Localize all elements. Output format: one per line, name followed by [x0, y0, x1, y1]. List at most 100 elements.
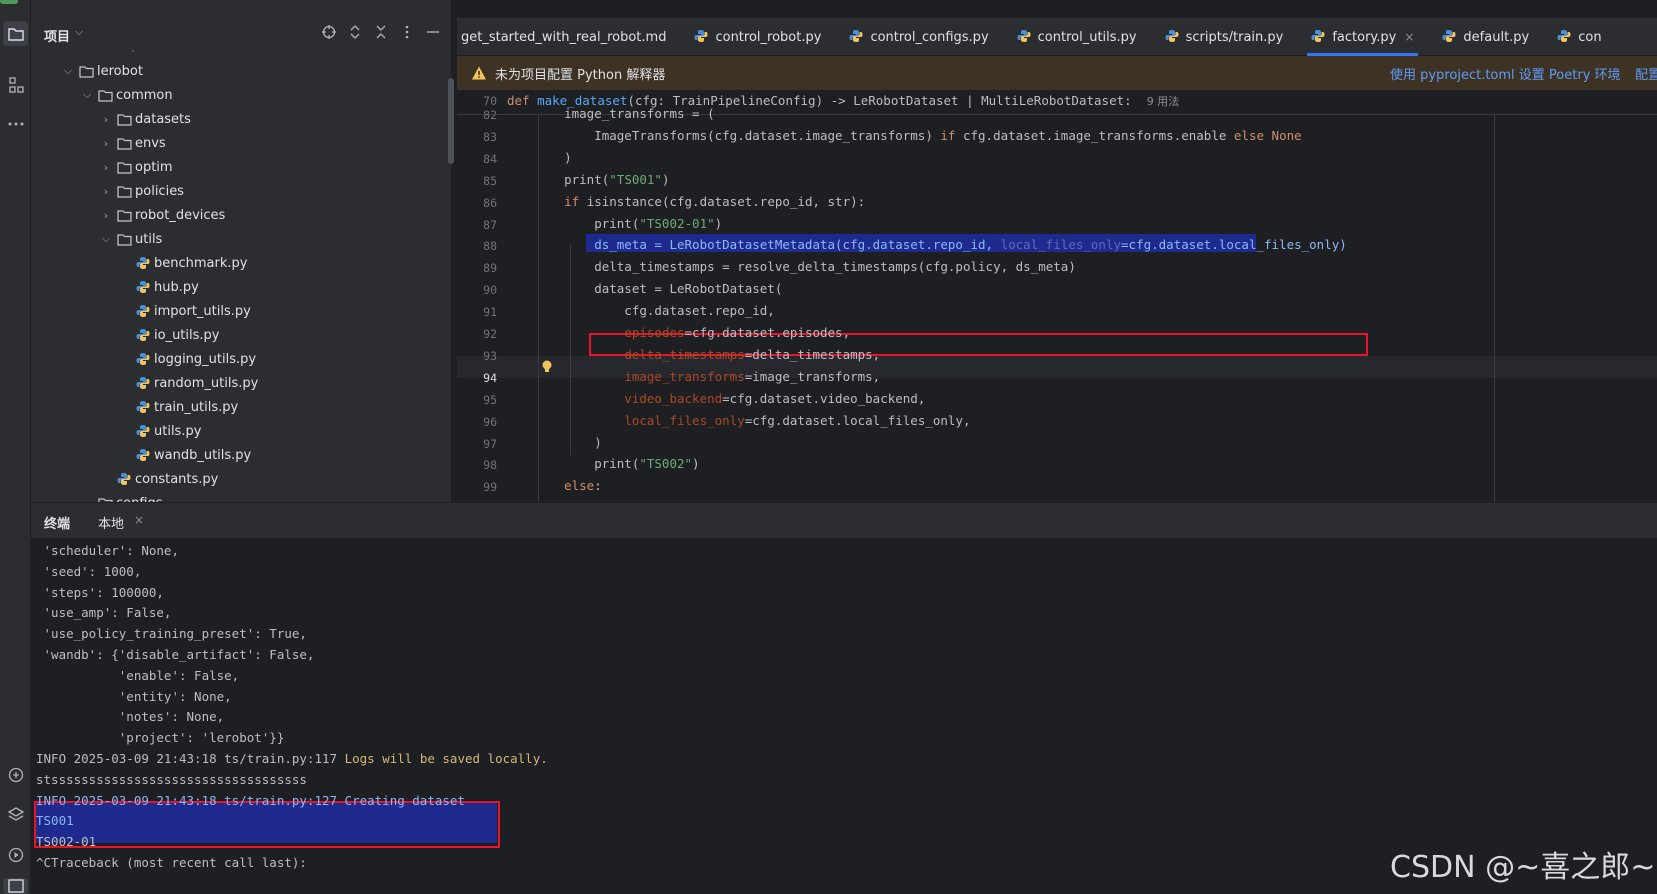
line-number[interactable]: 90 — [457, 283, 497, 297]
line-number[interactable]: 98 — [457, 458, 497, 472]
line-number[interactable]: 85 — [457, 174, 497, 188]
editor-tab[interactable]: con — [1543, 18, 1615, 56]
code-line[interactable]: image_transforms=image_transforms, — [534, 369, 880, 384]
more-tools-button[interactable] — [3, 111, 28, 136]
minimize-icon[interactable] — [425, 24, 441, 40]
line-number[interactable]: 99 — [457, 480, 497, 494]
line-number[interactable]: 97 — [457, 437, 497, 451]
editor-tab[interactable]: control_robot.py — [680, 18, 835, 56]
chevron-down-icon[interactable]: ⌵ — [81, 88, 93, 102]
editor-tab[interactable]: scripts/train.py — [1151, 18, 1298, 56]
editor-tab[interactable]: control_utils.py — [1003, 18, 1151, 56]
editor-tab[interactable]: get_started_with_real_robot.md — [457, 18, 680, 56]
code-line[interactable]: ) — [534, 435, 602, 450]
project-scrollbar[interactable] — [448, 78, 454, 164]
project-panel-title[interactable]: 项目 — [44, 26, 70, 45]
close-tree-icon[interactable] — [373, 24, 389, 40]
run-tool-button[interactable] — [3, 842, 28, 867]
code-line[interactable]: ) — [534, 150, 572, 165]
code-line[interactable]: image_transforms = ( — [534, 106, 715, 121]
tree-item[interactable]: train_utils.py — [135, 395, 238, 419]
line-number[interactable]: 94 — [457, 371, 497, 385]
line-number[interactable]: 95 — [457, 393, 497, 407]
terminal-tool-button[interactable] — [3, 878, 28, 894]
usages-count[interactable]: 9 用法 — [1147, 95, 1180, 108]
close-icon[interactable]: × — [134, 513, 144, 527]
chevron-right-icon[interactable]: › — [100, 137, 112, 150]
code-line[interactable]: else: — [534, 478, 602, 493]
python-file-icon — [135, 423, 151, 439]
code-line[interactable]: ImageTransforms(cfg.dataset.image_transf… — [534, 128, 1301, 143]
code-line[interactable]: dataset = LeRobotDataset( — [534, 281, 782, 296]
close-icon[interactable]: × — [1404, 30, 1414, 44]
tree-item[interactable]: › policies — [100, 179, 184, 203]
code-line[interactable]: ds_meta = LeRobotDatasetMetadata(cfg.dat… — [534, 237, 1347, 252]
tree-item[interactable]: random_utils.py — [135, 371, 258, 395]
line-number[interactable]: 83 — [457, 130, 497, 144]
code-line[interactable]: delta_timestamps = resolve_delta_timesta… — [534, 259, 1076, 274]
intention-bulb-icon[interactable] — [540, 359, 554, 375]
tree-item[interactable]: ›configs — [81, 491, 163, 502]
code-line[interactable]: cfg.dataset.repo_id, — [534, 303, 775, 318]
tree-item[interactable]: › envs — [100, 131, 166, 155]
code-line[interactable]: print("TS001") — [534, 172, 669, 187]
code-editor[interactable]: 70 def make_dataset(cfg: TrainPipelineCo… — [457, 90, 1657, 502]
line-number[interactable]: 84 — [457, 152, 497, 166]
line-number[interactable]: 89 — [457, 261, 497, 275]
tree-item[interactable]: › datasets — [100, 107, 191, 131]
code-line[interactable]: delta_timestamps=delta_timestamps, — [534, 347, 880, 362]
window-control-1[interactable] — [0, 0, 18, 4]
chevron-right-icon[interactable]: › — [100, 185, 112, 198]
tree-item[interactable]: ⌵ common — [81, 83, 173, 107]
chevron-down-icon[interactable]: ⌵ — [75, 25, 83, 39]
terminal-title[interactable]: 终端 — [44, 513, 70, 532]
editor-tab-bar: get_started_with_real_robot.md control_ro… — [457, 18, 1657, 56]
project-tool-button[interactable] — [3, 21, 28, 46]
tree-item-label: policies — [135, 183, 184, 199]
line-number[interactable]: 88 — [457, 239, 497, 253]
tree-item[interactable]: import_utils.py — [135, 299, 251, 323]
tree-item[interactable]: constants.py — [116, 467, 218, 491]
code-line[interactable]: print("TS002-01") — [534, 216, 722, 231]
tree-item[interactable]: logging_utils.py — [135, 347, 256, 371]
terminal-output[interactable]: 'scheduler': None, 'seed': 1000, 'steps'… — [31, 538, 1657, 894]
code-line[interactable]: video_backend=cfg.dataset.video_backend, — [534, 391, 925, 406]
poetry-setup-link[interactable]: 使用 pyproject.toml 设置 Poetry 环境 — [1390, 64, 1621, 83]
code-line[interactable]: episodes=cfg.dataset.episodes, — [534, 325, 850, 340]
code-line[interactable]: if isinstance(cfg.dataset.repo_id, str): — [534, 194, 865, 209]
line-number[interactable]: 92 — [457, 327, 497, 341]
expand-collapse-icon[interactable] — [347, 24, 363, 40]
terminal-tab-local[interactable]: 本地 — [98, 513, 124, 532]
tree-item[interactable]: › optim — [100, 155, 173, 179]
structure-tool-button[interactable] — [3, 72, 28, 97]
code-line[interactable]: local_files_only=cfg.dataset.local_files… — [534, 413, 970, 428]
editor-tab[interactable]: control_configs.py — [835, 18, 1002, 56]
chevron-down-icon[interactable]: ⌵ — [100, 232, 112, 246]
more-icon[interactable] — [399, 24, 415, 40]
line-number[interactable]: 86 — [457, 196, 497, 210]
python-console-button[interactable] — [3, 762, 28, 787]
chevron-right-icon[interactable]: › — [100, 209, 112, 222]
line-number[interactable]: 93 — [457, 349, 497, 363]
tree-item[interactable]: benchmark.py — [135, 251, 247, 275]
line-number[interactable]: 87 — [457, 218, 497, 232]
layers-tool-button[interactable] — [3, 802, 28, 827]
editor-tab[interactable]: factory.py × — [1297, 18, 1428, 56]
editor-tab[interactable]: default.py — [1428, 18, 1543, 56]
configure-link[interactable]: 配置 — [1635, 64, 1657, 83]
tree-item[interactable]: wandb_utils.py — [135, 443, 251, 467]
crosshair-icon[interactable] — [321, 24, 337, 40]
code-line[interactable]: print("TS002") — [534, 456, 699, 471]
tree-item[interactable]: io_utils.py — [135, 323, 219, 347]
tree-item[interactable]: hub.py — [135, 275, 199, 299]
tree-item[interactable]: ⌵ utils — [100, 227, 163, 251]
chevron-right-icon[interactable]: › — [100, 161, 112, 174]
python-file-icon — [1017, 29, 1033, 45]
tree-item[interactable]: › robot_devices — [100, 203, 226, 227]
line-number[interactable]: 82 — [457, 108, 497, 122]
line-number[interactable]: 96 — [457, 415, 497, 429]
chevron-right-icon[interactable]: › — [100, 113, 112, 126]
line-number[interactable]: 91 — [457, 305, 497, 319]
chevron-down-icon[interactable]: ⌵ — [62, 64, 74, 78]
tree-item[interactable]: utils.py — [135, 419, 201, 443]
